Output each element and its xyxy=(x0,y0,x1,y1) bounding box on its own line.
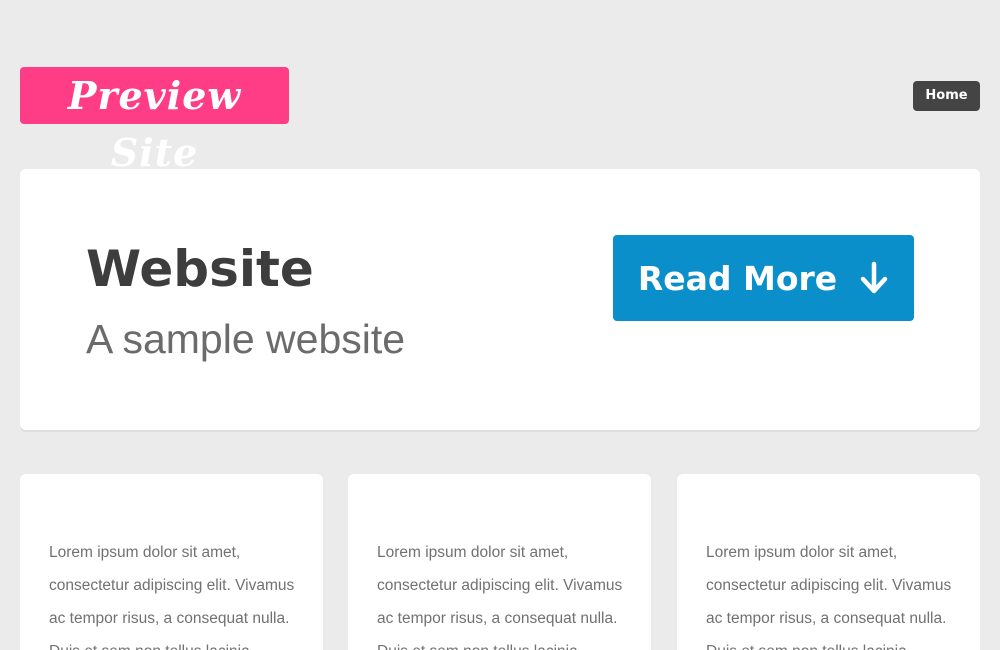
read-more-button[interactable]: Read More xyxy=(613,235,914,321)
hero-title: Website xyxy=(86,240,314,298)
hero-subtitle: A sample website xyxy=(86,316,406,362)
card-text: Lorem ipsum dolor sit amet, consectetur … xyxy=(49,544,295,650)
arrow-down-icon xyxy=(859,261,889,295)
read-more-label: Read More xyxy=(637,258,838,298)
page: Preview Site Home Website A sample websi… xyxy=(0,0,1000,650)
content-card-3: Lorem ipsum dolor sit amet, consectetur … xyxy=(677,474,980,650)
nav-home-button[interactable]: Home xyxy=(913,81,980,111)
card-text: Lorem ipsum dolor sit amet, consectetur … xyxy=(377,544,623,650)
content-card-2: Lorem ipsum dolor sit amet, consectetur … xyxy=(348,474,651,650)
content-card-1: Lorem ipsum dolor sit amet, consectetur … xyxy=(20,474,323,650)
card-text: Lorem ipsum dolor sit amet, consectetur … xyxy=(706,544,952,650)
hero-panel: Website A sample website Read More xyxy=(20,169,980,430)
site-logo[interactable]: Preview Site xyxy=(20,67,289,175)
